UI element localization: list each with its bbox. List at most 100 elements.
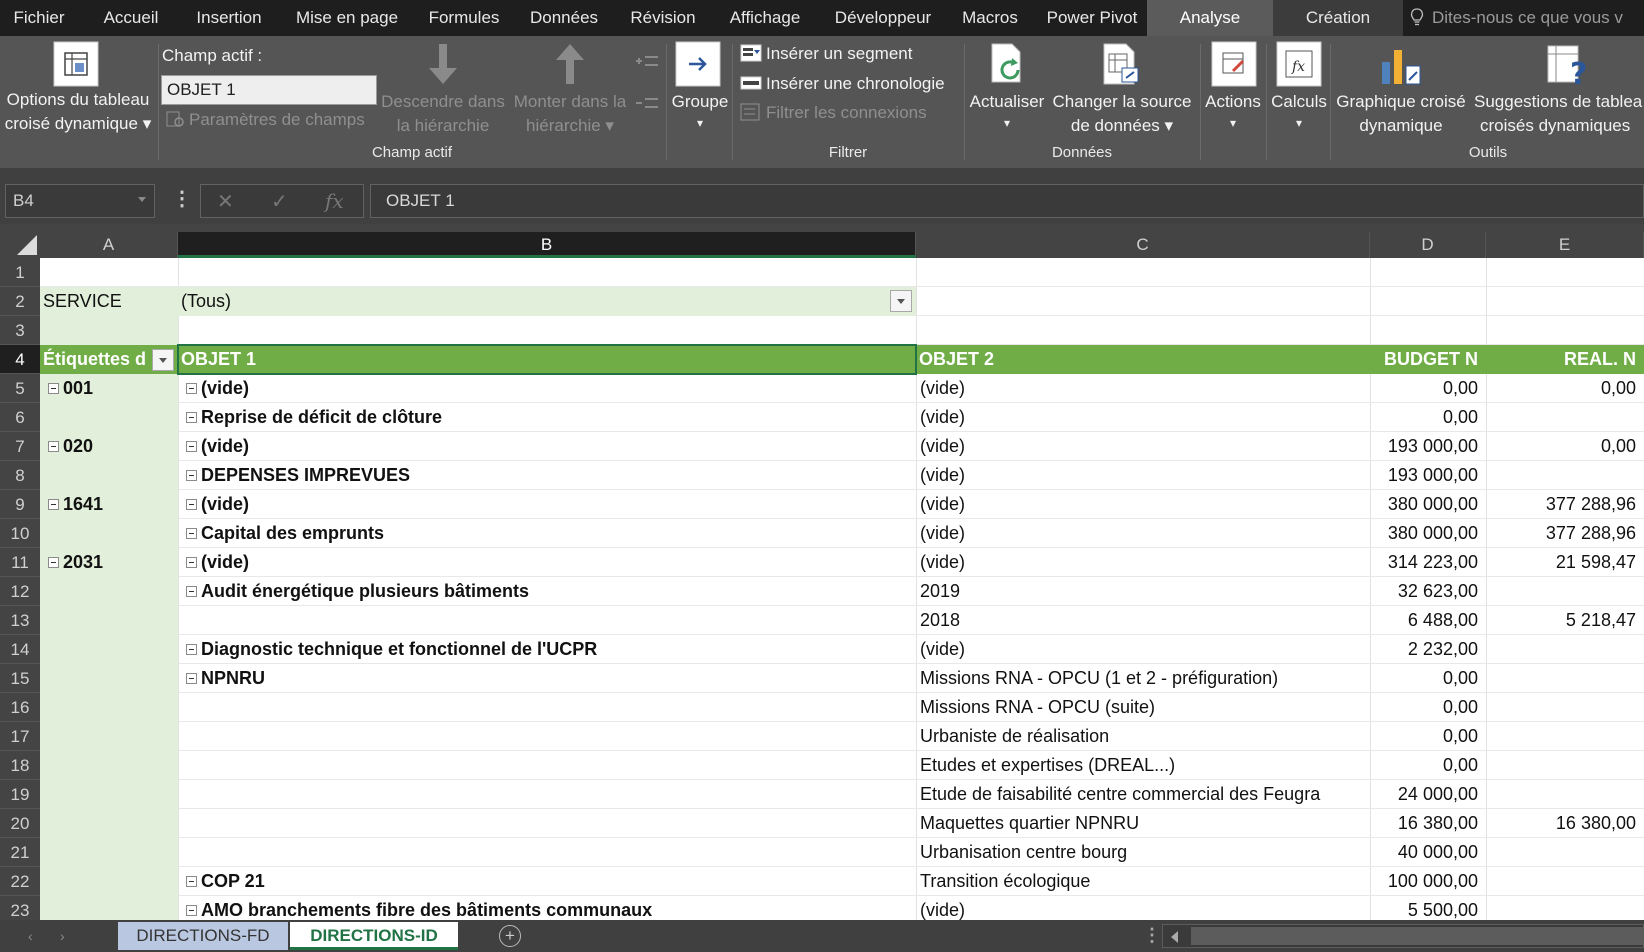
tab-power-pivot[interactable]: Power Pivot	[1034, 0, 1150, 36]
row-label-b[interactable]: Capital des emprunts	[178, 519, 916, 548]
real-n-cell[interactable]: 0,00	[1486, 432, 1644, 461]
tell-me-box[interactable]: Dites-nous ce que vous v	[1410, 0, 1623, 36]
row-label-b[interactable]: (vide)	[178, 490, 916, 519]
next-sheet-icon[interactable]: ›	[60, 928, 65, 944]
collapse-icon[interactable]	[186, 644, 197, 655]
budget-n-cell[interactable]: 0,00	[1370, 693, 1486, 722]
collapse-icon[interactable]	[186, 470, 197, 481]
real-n-cell[interactable]	[1486, 693, 1644, 722]
tab-formules[interactable]: Formules	[414, 0, 514, 36]
row-header[interactable]: 13	[0, 606, 40, 635]
real-n-cell[interactable]	[1486, 722, 1644, 751]
row-label-b[interactable]: Diagnostic technique et fonctionnel de l…	[178, 635, 916, 664]
real-n-cell[interactable]: 5 218,47	[1486, 606, 1644, 635]
budget-n-cell[interactable]: 40 000,00	[1370, 838, 1486, 867]
column-header-c[interactable]: C	[916, 232, 1370, 258]
field-settings-button[interactable]: Paramètres de champs	[166, 110, 365, 130]
column-header-e[interactable]: E	[1486, 232, 1644, 258]
real-n-cell[interactable]: 21 598,47	[1486, 548, 1644, 577]
row-header[interactable]: 19	[0, 780, 40, 809]
tab-insertion[interactable]: Insertion	[178, 0, 280, 36]
collapse-icon[interactable]	[48, 499, 59, 510]
row-header[interactable]: 11	[0, 548, 40, 577]
filter-dropdown-button[interactable]	[890, 290, 912, 312]
collapse-icon[interactable]	[186, 557, 197, 568]
sheet-tab-directions-fd[interactable]: DIRECTIONS-FD	[118, 922, 288, 950]
row-label-b[interactable]: (vide)	[178, 374, 916, 403]
real-n-cell[interactable]	[1486, 635, 1644, 664]
row-header[interactable]: 5	[0, 374, 40, 403]
row-label-b[interactable]: NPNRU	[178, 664, 916, 693]
row-header[interactable]: 16	[0, 693, 40, 722]
row-header[interactable]: 6	[0, 403, 40, 432]
collapse-icon[interactable]	[186, 441, 197, 452]
objet2-cell[interactable]: (vide)	[916, 896, 1370, 920]
drill-down-button[interactable]: Descendre dans la hiérarchie	[378, 36, 508, 140]
row-header[interactable]: 22	[0, 867, 40, 896]
row-labels-filter-button[interactable]	[152, 349, 174, 371]
budget-n-cell[interactable]: 0,00	[1370, 374, 1486, 403]
budget-n-cell[interactable]: 0,00	[1370, 403, 1486, 432]
tab-accueil[interactable]: Accueil	[88, 0, 174, 36]
budget-n-cell[interactable]: 0,00	[1370, 722, 1486, 751]
objet2-cell[interactable]: (vide)	[916, 461, 1370, 490]
row-header[interactable]: 1	[0, 258, 40, 287]
budget-n-cell[interactable]: 193 000,00	[1370, 432, 1486, 461]
row-label-a[interactable]: 001	[40, 374, 178, 403]
row-label-b[interactable]: Audit énergétique plusieurs bâtiments	[178, 577, 916, 606]
budget-n-cell[interactable]: 100 000,00	[1370, 867, 1486, 896]
sheet-tab-directions-id[interactable]: DIRECTIONS-ID	[290, 922, 458, 950]
enter-icon[interactable]: ✓	[271, 189, 288, 214]
budget-n-cell[interactable]: 6 488,00	[1370, 606, 1486, 635]
collapse-icon[interactable]	[48, 383, 59, 394]
scrollbar-thumb[interactable]	[1191, 927, 1644, 945]
row-header[interactable]: 23	[0, 896, 40, 920]
row-header[interactable]: 15	[0, 664, 40, 693]
collapse-icon[interactable]	[48, 441, 59, 452]
change-source-button[interactable]: Changer la source de données ▾	[1048, 36, 1196, 140]
more-options-icon[interactable]: ⋮	[172, 186, 192, 211]
real-n-cell[interactable]	[1486, 577, 1644, 606]
tab-fichier[interactable]: Fichier	[0, 0, 78, 36]
row-header[interactable]: 2	[0, 287, 40, 316]
budget-n-cell[interactable]: 2 232,00	[1370, 635, 1486, 664]
calculations-button[interactable]: fx Calculs ▾	[1268, 36, 1330, 140]
tab-revision[interactable]: Révision	[614, 0, 712, 36]
budget-n-cell[interactable]: 380 000,00	[1370, 490, 1486, 519]
objet2-cell[interactable]: Transition écologique	[916, 867, 1370, 896]
collapse-icon[interactable]	[186, 673, 197, 684]
tab-affichage[interactable]: Affichage	[712, 0, 818, 36]
collapse-icon[interactable]	[186, 876, 197, 887]
budget-n-cell[interactable]: 0,00	[1370, 751, 1486, 780]
row-header[interactable]: 12	[0, 577, 40, 606]
objet2-cell[interactable]: (vide)	[916, 635, 1370, 664]
budget-n-cell[interactable]: 24 000,00	[1370, 780, 1486, 809]
insert-function-icon[interactable]: fx	[325, 189, 344, 213]
real-n-cell[interactable]	[1486, 751, 1644, 780]
filter-field-value[interactable]: (Tous)	[178, 287, 878, 316]
row-label-b[interactable]: COP 21	[178, 867, 916, 896]
row-label-b[interactable]: AMO branchements fibre des bâtiments com…	[178, 896, 916, 920]
objet2-cell[interactable]: (vide)	[916, 374, 1370, 403]
row-label-b[interactable]: (vide)	[178, 548, 916, 577]
collapse-icon[interactable]	[186, 412, 197, 423]
column-header-a[interactable]: A	[40, 232, 178, 258]
collapse-icon[interactable]	[186, 383, 197, 394]
tab-analyse[interactable]: Analyse	[1147, 0, 1273, 36]
active-field-input[interactable]: OBJET 1	[161, 75, 377, 105]
row-header[interactable]: 3	[0, 316, 40, 345]
budget-n-cell[interactable]: 0,00	[1370, 664, 1486, 693]
tab-splitter-handle[interactable]: ⋮	[1143, 925, 1161, 946]
drill-up-button[interactable]: Monter dans la hiérarchie ▾	[504, 36, 636, 140]
tab-macros[interactable]: Macros	[948, 0, 1032, 36]
filter-connections-button[interactable]: Filtrer les connexions	[740, 103, 927, 123]
objet2-cell[interactable]: (vide)	[916, 490, 1370, 519]
horizontal-scrollbar[interactable]	[1162, 924, 1644, 948]
objet2-cell[interactable]: (vide)	[916, 519, 1370, 548]
group-button[interactable]: Groupe ▾	[668, 36, 732, 140]
row-label-b[interactable]: (vide)	[178, 432, 916, 461]
row-header[interactable]: 20	[0, 809, 40, 838]
real-n-cell[interactable]	[1486, 780, 1644, 809]
budget-n-cell[interactable]: 193 000,00	[1370, 461, 1486, 490]
scroll-left-icon[interactable]	[1171, 931, 1178, 943]
